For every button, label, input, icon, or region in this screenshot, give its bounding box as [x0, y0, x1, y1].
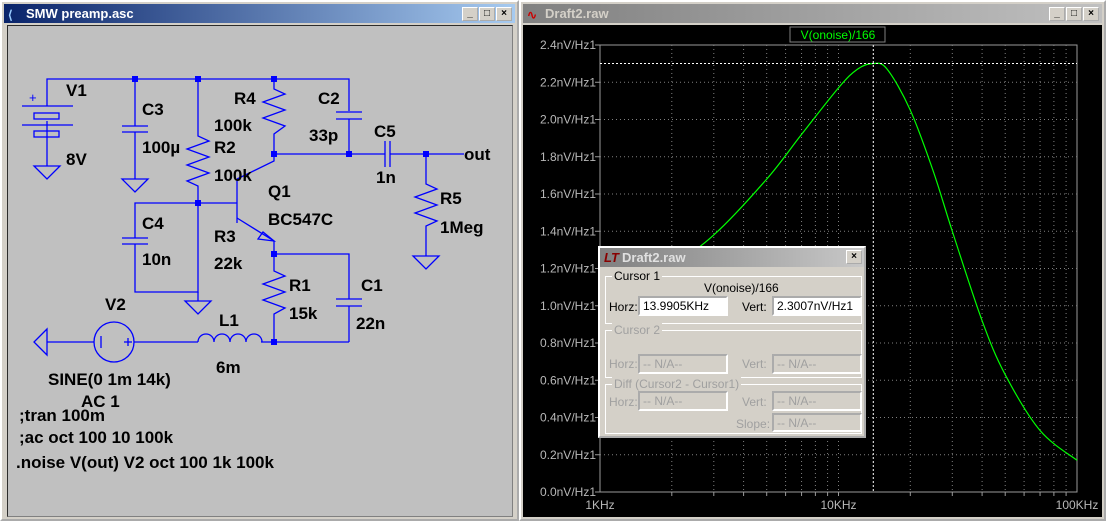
schematic-canvas[interactable]: + V1 8V C3 100µ R2 100k R4 100k C2 33p C…: [7, 25, 513, 517]
maximize-button[interactable]: □: [479, 7, 495, 21]
r1-value: 15k: [289, 304, 318, 323]
l1-value: 6m: [216, 358, 241, 377]
y-tick-label: 0.8nV/Hz1: [540, 336, 596, 350]
cursor-dialog[interactable]: LT Draft2.raw × Cursor 1 V(onoise)/166 H…: [598, 246, 866, 438]
q1-value: BC547C: [268, 210, 333, 229]
minimize-button[interactable]: _: [462, 7, 478, 21]
c3-value: 100µ: [142, 138, 180, 157]
r2-value: 100k: [214, 166, 252, 185]
cursor1-label: Cursor 1: [612, 269, 663, 283]
y-tick-label: 0.2nV/Hz1: [540, 448, 596, 462]
cursor1-group: Cursor 1 V(onoise)/166 Horz: 13.9905KHz …: [605, 269, 862, 324]
y-tick-label: 2.0nV/Hz1: [540, 113, 596, 127]
close-button[interactable]: ×: [496, 7, 512, 21]
close-button[interactable]: ×: [1083, 7, 1099, 21]
v1-value: 8V: [66, 150, 87, 169]
y-tick-label: 2.2nV/Hz1: [540, 75, 596, 89]
v2-source-symbol[interactable]: [93, 321, 135, 363]
cursor1-horz-field[interactable]: 13.9905KHz: [638, 296, 728, 316]
c2-name: C2: [318, 89, 340, 108]
cursor2-horz-field: -- N/A--: [638, 354, 728, 374]
schematic-title: SMW preamp.asc: [26, 6, 134, 21]
v2-name: V2: [105, 295, 126, 314]
horz-label: Horz:: [609, 395, 638, 409]
y-tick-label: 1.4nV/Hz1: [540, 224, 596, 238]
ltspice-logo-icon: LT: [604, 250, 619, 265]
c5-value: 1n: [376, 168, 396, 187]
horz-label: Horz:: [609, 300, 638, 314]
c3-name: C3: [142, 100, 164, 119]
diff-group: Diff (Cursor2 - Cursor1) Horz: -- N/A-- …: [605, 377, 862, 434]
x-tick-label: 1KHz: [585, 498, 614, 512]
y-tick-label: 0.6nV/Hz1: [540, 373, 596, 387]
schematic-title-bar[interactable]: ⟨ SMW preamp.asc _ □ ×: [4, 4, 515, 23]
directive-ac[interactable]: ;ac oct 100 10 100k: [19, 428, 174, 447]
diff-horz-field: -- N/A--: [638, 391, 728, 411]
r3-value: 22k: [214, 254, 243, 273]
r5-value: 1Meg: [440, 218, 483, 237]
plot-title-bar[interactable]: ∿ Draft2.raw _ □ ×: [523, 4, 1102, 23]
diff-vert-field: -- N/A--: [772, 391, 862, 411]
horz-label: Horz:: [609, 357, 638, 371]
y-tick-label: 1.2nV/Hz1: [540, 262, 596, 276]
diff-label: Diff (Cursor2 - Cursor1): [612, 377, 742, 391]
y-tick-label: 0.4nV/Hz1: [540, 411, 596, 425]
dialog-title-bar[interactable]: LT Draft2.raw ×: [600, 248, 864, 267]
out-net-label: out: [464, 145, 491, 164]
c4-value: 10n: [142, 250, 171, 269]
vert-label: Vert:: [742, 300, 767, 314]
y-tick-label: 0.0nV/Hz1: [540, 485, 596, 499]
diff-slope-field: -- N/A--: [772, 413, 862, 432]
slope-label: Slope:: [736, 417, 771, 431]
y-tick-label: 1.0nV/Hz1: [540, 299, 596, 313]
cursor2-label: Cursor 2: [612, 323, 663, 337]
directive-noise[interactable]: .noise V(out) V2 oct 100 1k 100k: [16, 453, 274, 472]
r2-name: R2: [214, 138, 236, 157]
r3-name: R3: [214, 227, 236, 246]
minimize-button[interactable]: _: [1049, 7, 1065, 21]
y-tick-label: 1.8nV/Hz1: [540, 150, 596, 164]
cursor2-vert-field: -- N/A--: [772, 354, 862, 374]
maximize-button[interactable]: □: [1066, 7, 1082, 21]
l1-name: L1: [219, 311, 239, 330]
plot-title: Draft2.raw: [545, 6, 609, 21]
v2-value: SINE(0 1m 14k): [48, 370, 171, 389]
cursor1-trace: V(onoise)/166: [704, 281, 779, 295]
vert-label: Vert:: [742, 357, 767, 371]
cursor2-group: Cursor 2 Horz: -- N/A-- Vert: -- N/A--: [605, 323, 862, 378]
x-tick-label: 100KHz: [1056, 498, 1099, 512]
q1-name: Q1: [268, 182, 291, 201]
dialog-close-button[interactable]: ×: [846, 250, 862, 264]
c5-name: C5: [374, 122, 396, 141]
plus-sign: +: [29, 90, 37, 105]
c1-value: 22n: [356, 314, 385, 333]
x-tick-label: 10KHz: [820, 498, 856, 512]
r5-name: R5: [440, 189, 462, 208]
dialog-title: Draft2.raw: [622, 250, 686, 265]
r4-value: 100k: [214, 116, 252, 135]
y-tick-label: 2.4nV/Hz1: [540, 38, 596, 52]
cursor1-vert-field[interactable]: 2.3007nV/Hz1: [772, 296, 862, 316]
vert-label: Vert:: [742, 395, 767, 409]
y-tick-label: 1.6nV/Hz1: [540, 187, 596, 201]
c2-value: 33p: [309, 126, 338, 145]
r4-name: R4: [234, 89, 256, 108]
legend-series-name: V(onoise)/166: [801, 28, 876, 42]
c1-name: C1: [361, 276, 383, 295]
directive-tran[interactable]: ;tran 100m: [19, 406, 105, 425]
r1-name: R1: [289, 276, 311, 295]
schematic-app-icon: ⟨: [8, 8, 13, 22]
c4-name: C4: [142, 214, 164, 233]
waveform-icon: ∿: [527, 8, 538, 22]
v1-name: V1: [66, 81, 87, 100]
